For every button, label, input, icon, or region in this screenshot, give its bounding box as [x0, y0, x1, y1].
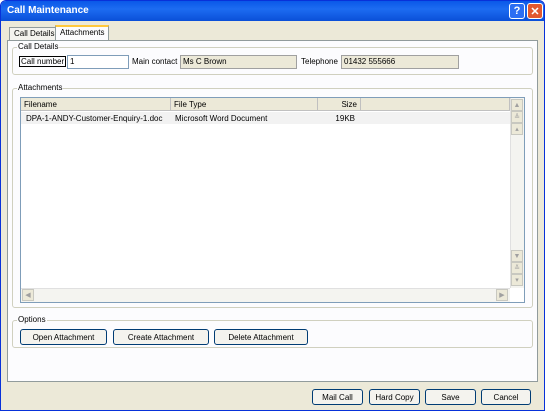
title-bar: Call Maintenance ? ✕ [1, 1, 544, 21]
attachments-group-title: Attachments [17, 83, 64, 92]
call-details-group-title: Call Details [17, 42, 60, 51]
column-header-size[interactable]: Size [318, 98, 361, 111]
mail-call-button[interactable]: Mail Call [312, 389, 363, 405]
cancel-button[interactable]: Cancel [481, 389, 531, 405]
open-attachment-button[interactable]: Open Attachment [20, 329, 107, 345]
arrow-right-icon[interactable]: ▶ [496, 289, 508, 301]
call-number-field[interactable]: 1 [67, 55, 129, 69]
help-icon[interactable]: ? [509, 3, 525, 19]
page-down-icon[interactable]: ≚ [511, 262, 523, 274]
column-header-file-type[interactable]: File Type [171, 98, 318, 111]
save-button[interactable]: Save [425, 389, 476, 405]
delete-attachment-button[interactable]: Delete Attachment [214, 329, 308, 345]
step-up-icon[interactable]: ▴ [511, 123, 523, 135]
call-details-group: Call Details Call number 1 Main contact … [12, 42, 533, 75]
main-contact-field: Ms C Brown [180, 55, 297, 69]
options-group-title: Options [17, 315, 47, 324]
close-icon[interactable]: ✕ [527, 3, 543, 19]
window-title: Call Maintenance [7, 5, 89, 16]
column-header-filler [361, 98, 510, 111]
vertical-scrollbar[interactable]: ▲ ≜ ▴ ▼ ≚ ▾ [510, 98, 524, 288]
arrow-left-icon[interactable]: ◀ [22, 289, 34, 301]
tab-call-details[interactable]: Call Details [9, 27, 60, 40]
arrow-up-icon[interactable]: ▲ [511, 99, 523, 111]
tab-attachments[interactable]: Attachments [55, 25, 110, 41]
arrow-down-icon[interactable]: ▼ [511, 250, 523, 262]
attachments-tab-panel: Call Details Call number 1 Main contact … [7, 40, 538, 382]
call-number-label: Call number [19, 56, 67, 67]
attachments-list[interactable]: Filename File Type Size DPA-1-ANDY-Custo… [20, 97, 525, 303]
column-header-filename[interactable]: Filename [21, 98, 171, 111]
main-contact-label: Main contact [132, 57, 178, 66]
hard-copy-button[interactable]: Hard Copy [369, 389, 420, 405]
step-down-icon[interactable]: ▾ [511, 274, 523, 286]
telephone-label: Telephone [301, 57, 338, 66]
page-up-icon[interactable]: ≜ [511, 111, 523, 123]
row-file-type: Microsoft Word Document [175, 114, 268, 123]
horizontal-scrollbar[interactable]: ◀ ▶ [21, 288, 510, 302]
row-filename: DPA-1-ANDY-Customer-Enquiry-1.doc [26, 114, 163, 123]
row-size: 19KB [335, 114, 355, 123]
telephone-field: 01432 555666 [341, 55, 459, 69]
create-attachment-button[interactable]: Create Attachment [113, 329, 209, 345]
call-maintenance-window: Call Maintenance ? ✕ Call Details Attach… [0, 0, 545, 411]
